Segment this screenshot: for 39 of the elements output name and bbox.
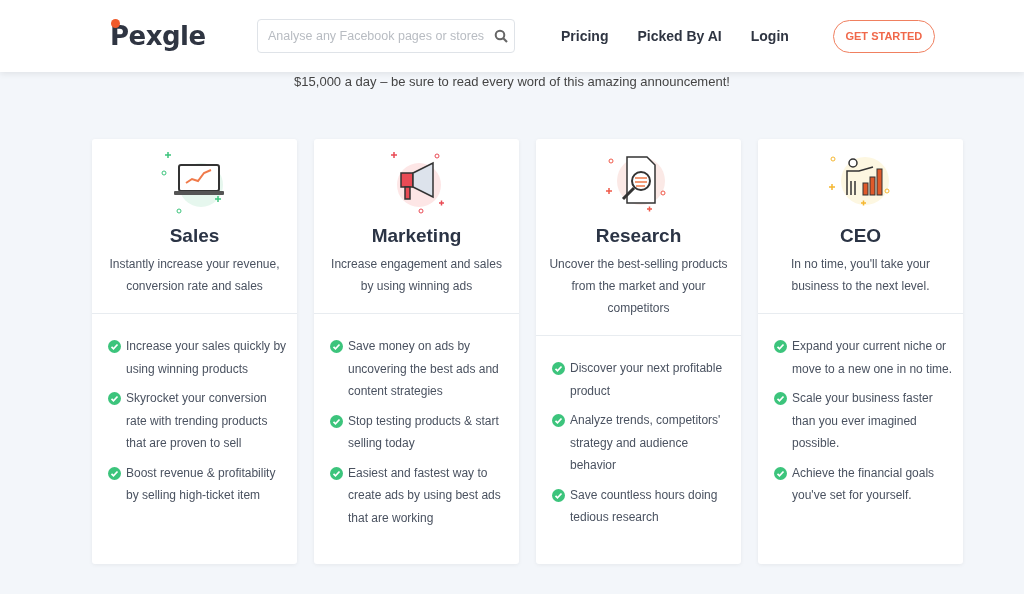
feature-text: Easiest and fastest way to create ads by using best ads that are working: [348, 464, 502, 527]
search-icon[interactable]: [494, 29, 508, 43]
card-description: Instantly increase your revenue, conversion rate and sales: [108, 256, 281, 295]
feature-text: Boost revenue & profitability by selling high-ticket item: [126, 464, 277, 504]
check-icon: [108, 340, 121, 353]
feature-text: Analyze trends, competitors' strategy and audience behavior: [570, 412, 722, 474]
feature-text: Save money on ads by uncovering the best ads and content strategies: [348, 338, 500, 400]
feature-text: Increase your sales quickly by using winning products: [126, 338, 287, 378]
feature-text: Skyrocket your conversion rate with trending products that are proven to sell: [126, 390, 269, 452]
nav-link[interactable]: Login: [750, 28, 789, 44]
nav-link[interactable]: Picked By AI: [637, 28, 722, 44]
check-icon: [108, 392, 121, 405]
announcement-text: $15,000 a day – be sure to read every word of this amazing announcement!: [294, 74, 730, 89]
search-field[interactable]: Analyse any Facebook pages or stores: [257, 19, 515, 53]
check-icon: [774, 392, 787, 405]
card-title: CEO: [839, 225, 882, 247]
check-icon: [330, 340, 343, 353]
check-icon: [330, 466, 343, 480]
feature-text: Achieve the financial goals you've set for yourself.: [792, 464, 936, 504]
logo[interactable]: Pexgle: [110, 21, 230, 51]
check-icon: [774, 340, 787, 353]
check-icon: [552, 414, 565, 427]
card-title: Research: [595, 225, 682, 247]
feature-text: Expand your current niche or move to a new one in no time.: [792, 338, 953, 378]
card-title: Marketing: [371, 225, 462, 247]
check-icon: [330, 414, 343, 428]
check-icon: [108, 466, 121, 480]
card-description: Increase engagement and sales by using winning ads: [330, 256, 503, 295]
nav-link[interactable]: Pricing: [561, 28, 609, 44]
check-icon: [774, 466, 787, 480]
check-icon: [552, 488, 565, 502]
check-icon: [552, 362, 565, 375]
card-title: Sales: [169, 225, 220, 247]
card-description: Uncover the best-selling products from the market and your competitors: [548, 256, 729, 317]
feature-text: Scale your business faster than you ever imagined possible.: [792, 390, 934, 452]
feature-text: Save countless hours doing tedious research: [570, 486, 719, 526]
feature-text: Stop testing products & start selling today: [348, 412, 500, 452]
card-description: In no time, you'll take your business to the next level.: [790, 256, 931, 295]
feature-text: Discover your next profitable product: [570, 360, 724, 400]
